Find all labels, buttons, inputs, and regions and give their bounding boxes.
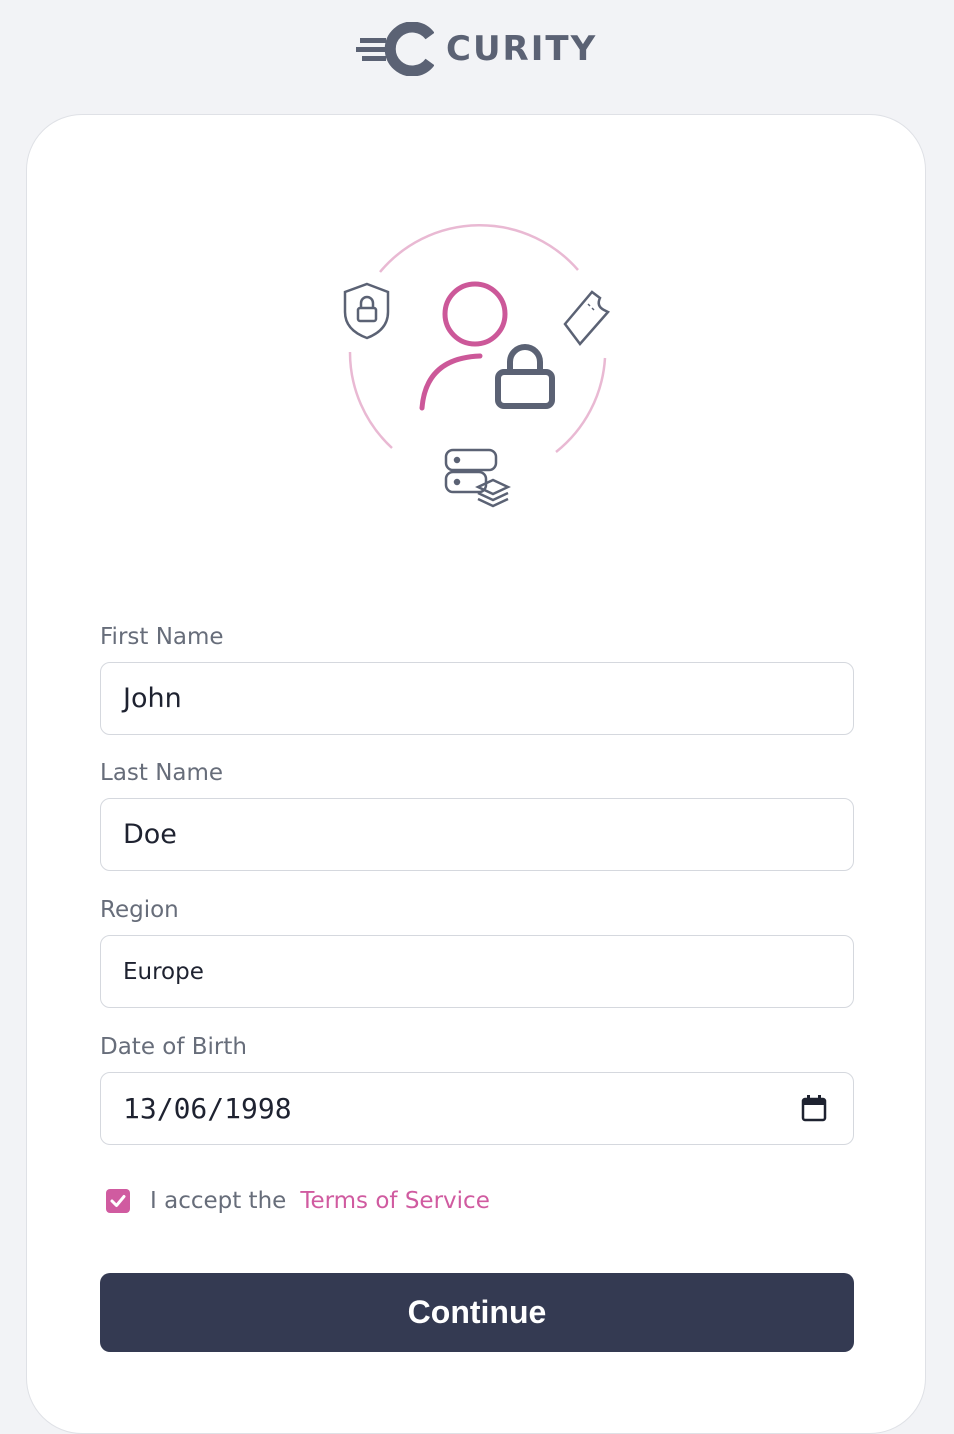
dob-value: 13/06/1998 — [123, 1092, 292, 1125]
last-name-label: Last Name — [100, 760, 224, 786]
ticket-icon — [563, 290, 611, 346]
identity-illustration — [343, 224, 611, 508]
terms-row: I accept the Terms of Service — [106, 1186, 490, 1216]
calendar-icon[interactable] — [801, 1094, 827, 1122]
terms-of-service-link[interactable]: Terms of Service — [300, 1188, 490, 1214]
shield-lock-icon — [343, 282, 390, 340]
last-name-input[interactable]: Doe — [100, 798, 854, 871]
continue-button[interactable]: Continue — [100, 1273, 854, 1352]
curity-logo-icon — [356, 22, 434, 76]
brand-name: CURITY — [446, 29, 598, 69]
terms-text: I accept the — [150, 1188, 287, 1214]
logo: CURITY — [356, 22, 597, 76]
last-name-value: Doe — [123, 819, 177, 850]
dob-label: Date of Birth — [100, 1034, 247, 1060]
check-icon — [110, 1195, 126, 1207]
region-select[interactable]: Europe — [100, 935, 854, 1008]
region-value: Europe — [123, 958, 204, 985]
first-name-value: John — [123, 683, 182, 714]
terms-checkbox[interactable] — [106, 1189, 130, 1213]
user-lock-icon — [419, 281, 555, 411]
first-name-label: First Name — [100, 624, 224, 650]
first-name-input[interactable]: John — [100, 662, 854, 735]
server-stack-icon — [444, 448, 511, 508]
region-label: Region — [100, 897, 179, 923]
dob-input[interactable]: 13/06/1998 — [100, 1072, 854, 1145]
